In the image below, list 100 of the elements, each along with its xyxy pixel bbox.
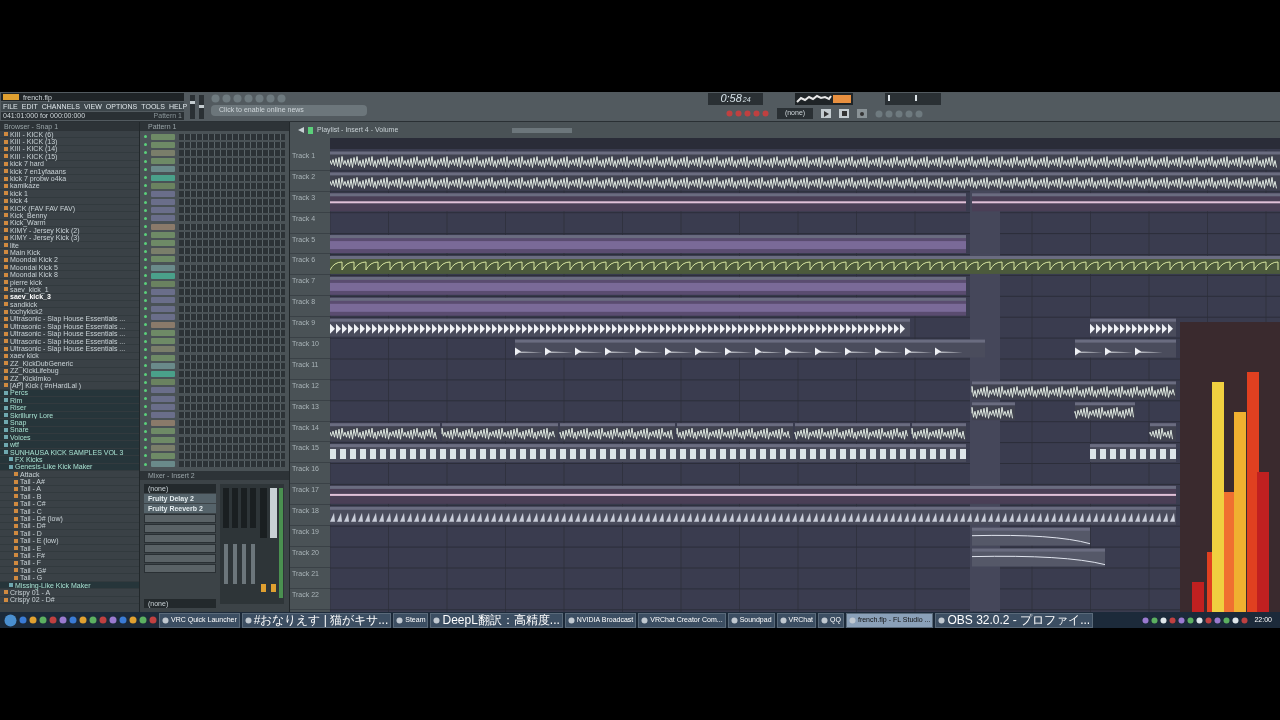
channel-led[interactable] [144,331,147,335]
channel-led[interactable] [144,290,147,294]
channel-button[interactable] [151,354,175,361]
step-sequencer-row[interactable] [179,379,285,386]
audio-clip[interactable] [1149,423,1176,442]
step-sequencer-row[interactable] [179,354,285,361]
channel-button[interactable] [151,428,175,435]
audio-clip[interactable] [971,402,1015,421]
pitch-slider[interactable] [199,94,204,119]
channel-led[interactable] [144,315,147,319]
step-sequencer-row[interactable] [179,231,285,238]
pattern-clip[interactable] [1090,444,1176,462]
channel-button[interactable] [151,223,175,230]
channel-button[interactable] [151,174,175,181]
channel-button[interactable] [151,338,175,345]
channel-led[interactable] [144,143,147,147]
arrow-icon[interactable] [298,127,304,133]
channel-button[interactable] [151,362,175,369]
channel-led[interactable] [144,135,147,139]
app-icon[interactable] [244,616,252,624]
channel-led[interactable] [144,380,147,384]
audio-clip[interactable] [559,423,675,442]
channel-led[interactable] [144,429,147,433]
channel-led[interactable] [144,307,147,311]
channel-led[interactable] [144,372,147,376]
app-icon[interactable] [641,616,649,624]
channel-led[interactable] [144,192,147,196]
app-icon[interactable] [821,616,829,624]
app-icon[interactable] [938,616,946,624]
channel-button[interactable] [151,280,175,287]
channel-led[interactable] [144,176,147,180]
effect-slot[interactable] [144,544,216,553]
pattern-clip[interactable] [330,506,1176,525]
step-sequencer-row[interactable] [179,371,285,378]
step-sequencer-row[interactable] [179,166,285,173]
stop-button[interactable] [839,109,850,118]
step-sequencer-row[interactable] [179,280,285,287]
effect-slot[interactable] [144,534,216,543]
step-sequencer-row[interactable] [179,297,285,304]
channel-led[interactable] [144,159,147,163]
step-sequencer-row[interactable] [179,330,285,337]
step-sequencer-row[interactable] [179,141,285,148]
channel-button[interactable] [151,264,175,271]
step-sequencer-row[interactable] [179,149,285,156]
audio-clip[interactable] [330,256,1280,274]
channel-button[interactable] [151,330,175,337]
channel-led[interactable] [144,249,147,253]
app-icon[interactable] [396,616,404,624]
step-sequencer-row[interactable] [179,395,285,402]
app-icon[interactable] [567,616,575,624]
taskbar-button[interactable]: DeepL翻訳：高精度... [430,612,563,628]
pattern-clip[interactable] [330,444,966,462]
step-sequencer-row[interactable] [179,158,285,165]
step-sequencer-row[interactable] [179,461,285,468]
step-sequencer-row[interactable] [179,411,285,418]
channel-button[interactable] [151,321,175,328]
step-sequencer-row[interactable] [179,174,285,181]
play-button[interactable] [821,109,832,118]
channel-led[interactable] [144,184,147,188]
audio-clip[interactable] [971,381,1176,400]
channel-button[interactable] [151,436,175,443]
channel-button[interactable] [151,256,175,263]
step-sequencer-row[interactable] [179,264,285,271]
channel-led[interactable] [144,462,147,466]
volume-slider[interactable] [190,94,195,119]
automation-clip[interactable] [971,527,1091,546]
step-sequencer-row[interactable] [179,403,285,410]
audio-clip[interactable] [330,423,440,442]
channel-button[interactable] [151,133,175,140]
channel-led[interactable] [144,208,147,212]
step-sequencer-row[interactable] [179,190,285,197]
step-sequencer-row[interactable] [179,420,285,427]
step-sequencer-row[interactable] [179,305,285,312]
channel-led[interactable] [144,413,147,417]
channel-led[interactable] [144,397,147,401]
channel-led[interactable] [144,405,147,409]
step-sequencer-row[interactable] [179,444,285,451]
step-sequencer-row[interactable] [179,338,285,345]
record-button[interactable] [857,109,868,118]
horizontal-scrollbar[interactable] [512,127,572,133]
audio-clip[interactable] [676,423,793,442]
channel-led[interactable] [144,241,147,245]
audio-clip[interactable] [441,423,558,442]
taskbar-button[interactable]: OBS 32.0.2 - プロファイ... [935,612,1094,628]
start-button-icon[interactable] [4,613,17,627]
pattern-clip[interactable] [330,297,966,316]
channel-led[interactable] [144,167,147,171]
channel-led[interactable] [144,274,147,278]
pattern-clip[interactable] [1090,318,1176,337]
channel-led[interactable] [144,233,147,237]
channel-led[interactable] [144,200,147,204]
pattern-clip[interactable] [330,276,966,295]
app-icon[interactable] [730,616,738,624]
automation-clip[interactable] [971,548,1106,567]
app-icon[interactable] [433,616,441,624]
effect-slot[interactable] [144,554,216,563]
step-sequencer-row[interactable] [179,199,285,206]
channel-button[interactable] [151,444,175,451]
channel-led[interactable] [144,339,147,343]
channel-led[interactable] [144,421,147,425]
